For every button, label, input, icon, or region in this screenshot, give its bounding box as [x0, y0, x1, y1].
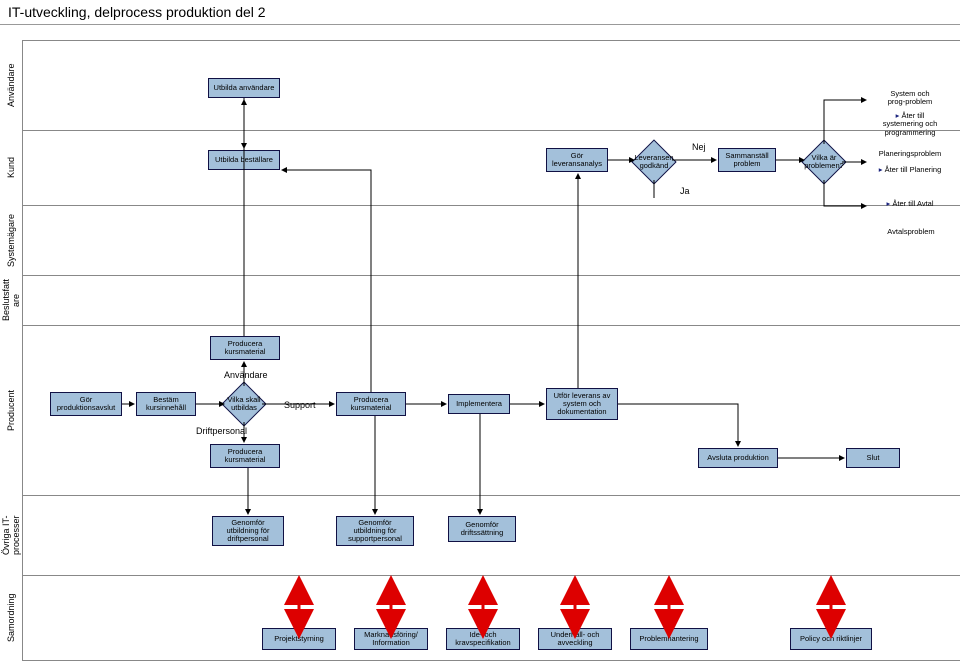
- ide-krav: Ide- och kravspecifikation: [446, 628, 520, 650]
- policy-riktlinjer: Policy och riktlinjer: [790, 628, 872, 650]
- lane-border: [22, 205, 960, 206]
- utbilda-bestallare: Utbilda beställare: [208, 150, 280, 170]
- lane-ovriga: Övriga IT- processer: [0, 495, 22, 575]
- label-driftpersonal-branch: Driftpersonal: [196, 426, 247, 436]
- label-anvandare-branch: Användare: [224, 370, 268, 380]
- lane-samordning: Samordning: [0, 575, 22, 660]
- lane-anvandare: Användare: [0, 40, 22, 130]
- genomfor-drift: Genomför utbildning för driftpersonal: [212, 516, 284, 546]
- lane-systemagare: Systemägare: [0, 205, 22, 275]
- system-prog-problem: System och prog-problem: [870, 90, 950, 107]
- projektstyrning: Projektstyrning: [262, 628, 336, 650]
- label-support-branch: Support: [284, 400, 316, 410]
- ater-avtal-text: Åter till Avtal: [892, 199, 933, 208]
- leveransen-godkand-label: Leveransen godkänd: [623, 146, 685, 178]
- title-divider: [0, 24, 960, 25]
- lane-bottom: [22, 660, 960, 661]
- avsluta-produktion: Avsluta produktion: [698, 448, 778, 468]
- page-title: IT-utveckling, delprocess produktion del…: [8, 4, 266, 20]
- leveransen-godkand: Leveransen godkänd: [638, 146, 670, 178]
- utbilda-anvandare: Utbilda användare: [208, 78, 280, 98]
- vilka-ar-problemen-label: Vilka är problemen?: [793, 146, 855, 178]
- lane-border: [22, 325, 960, 326]
- ater-avtal: ▸ Åter till Avtal: [870, 200, 950, 208]
- planeringsproblem: Planeringsproblem: [870, 150, 950, 158]
- lane-border: [22, 495, 960, 496]
- vilka-skall-utbildas: Vilka skall utbildas: [228, 388, 260, 420]
- ater-systemering-text: Åter till systemering och programmering: [883, 111, 938, 137]
- problemhantering: Problemhantering: [630, 628, 708, 650]
- lane-border: [22, 275, 960, 276]
- lane-col-divider: [22, 40, 23, 660]
- lane-kund: Kund: [0, 130, 22, 205]
- avtalsproblem: Avtalsproblem: [876, 228, 946, 236]
- lane-beslutsfattare: Beslutsfatt are: [0, 275, 22, 325]
- genomfor-support: Genomför utbildning för supportpersonal: [336, 516, 414, 546]
- lane-border: [22, 575, 960, 576]
- ater-planering-text: Åter till Planering: [885, 165, 942, 174]
- utfor-leverans: Utför leverans av system och dokumentati…: [546, 388, 618, 420]
- lane-border: [22, 130, 960, 131]
- label-ja: Ja: [680, 186, 690, 196]
- marknadsforing: Marknadsföring/ Information: [354, 628, 428, 650]
- ater-planering: ▸ Åter till Planering: [870, 166, 950, 174]
- bestam-kursinnehall: Bestäm kursinnehåll: [136, 392, 196, 416]
- producera-km-bot: Producera kursmaterial: [210, 444, 280, 468]
- vilka-skall-utbildas-label: Vilka skall utbildas: [213, 388, 275, 420]
- connector-overlay: [0, 0, 960, 665]
- slut: Slut: [846, 448, 900, 468]
- producera-km-mid: Producera kursmaterial: [336, 392, 406, 416]
- genomfor-driftsattning: Genomför driftssättning: [448, 516, 516, 542]
- vilka-ar-problemen: Vilka är problemen?: [808, 146, 840, 178]
- lane-producent: Producent: [0, 325, 22, 495]
- underhall: Underhåll- och avveckling: [538, 628, 612, 650]
- producera-km-top: Producera kursmaterial: [210, 336, 280, 360]
- gor-produktionsavslut: Gör produktionsavslut: [50, 392, 122, 416]
- lane-top: [22, 40, 960, 41]
- ater-systemering: ▸ Åter till systemering och programmerin…: [870, 112, 950, 137]
- implementera: Implementera: [448, 394, 510, 414]
- sammanstall-problem: Sammanställ problem: [718, 148, 776, 172]
- gor-leveransanalys: Gör leveransanalys: [546, 148, 608, 172]
- label-nej: Nej: [692, 142, 706, 152]
